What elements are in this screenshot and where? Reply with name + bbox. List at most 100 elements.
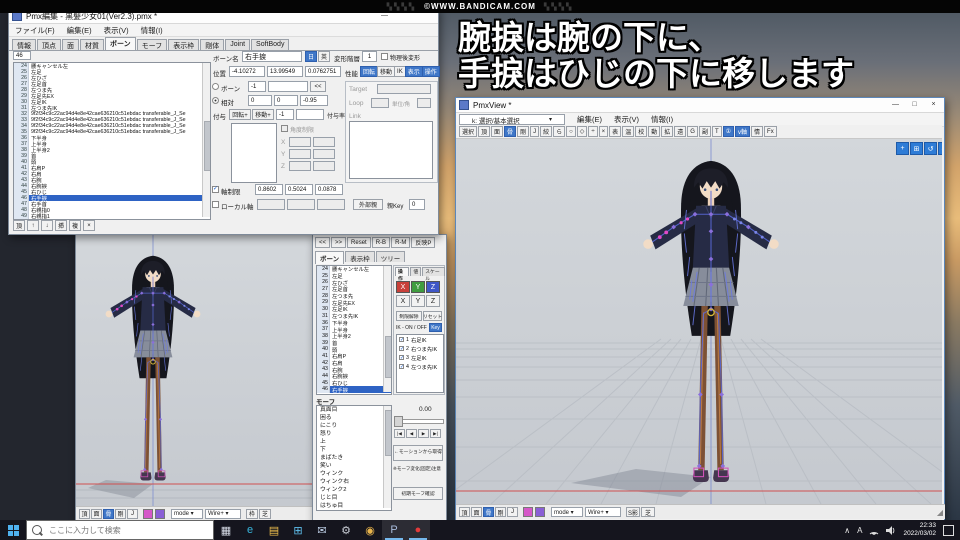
- local-y-field[interactable]: [287, 199, 315, 210]
- view-toolbar-button[interactable]: 遠: [674, 126, 687, 137]
- grant-parent-name-field[interactable]: [296, 109, 324, 120]
- pmx-view-titlebar[interactable]: PmxView * — □ ×: [456, 98, 944, 113]
- list-edit-button[interactable]: 挿: [55, 220, 67, 231]
- display-mode-button[interactable]: 骨: [483, 507, 494, 517]
- display-mode-button[interactable]: J: [127, 508, 138, 519]
- morph-row[interactable]: 真面目: [317, 406, 391, 414]
- relative-x-field[interactable]: 0: [248, 95, 272, 106]
- transform-bone-row[interactable]: 31 左つま先IK: [317, 312, 391, 320]
- ik-toggle-list[interactable]: ✓ 1 右足IK ✓ 2 右つま先IK ✓ 3 左足IK ✓ 4 左つま先IK: [396, 334, 444, 393]
- scrollbar-thumb[interactable]: [385, 336, 391, 378]
- transform-bone-row[interactable]: 43 右腕: [317, 366, 391, 374]
- color-chip[interactable]: [535, 507, 545, 517]
- initial-morph-button[interactable]: 初期モーフ確認: [393, 487, 443, 500]
- view-option-button[interactable]: S影: [626, 507, 640, 517]
- local-x-field[interactable]: [257, 199, 285, 210]
- ik-checkbox[interactable]: ✓: [399, 346, 404, 352]
- morph-row[interactable]: 上: [317, 438, 391, 446]
- perf-toggle-button[interactable]: 表示: [404, 66, 423, 77]
- ik-toggle-row[interactable]: ✓ 1 右足IK: [397, 335, 443, 344]
- window-control-button[interactable]: □: [905, 98, 924, 111]
- color-chip[interactable]: [155, 508, 165, 519]
- transform-tab[interactable]: ボーン: [315, 251, 345, 264]
- ik-unit-field[interactable]: [417, 98, 431, 108]
- editor-tab[interactable]: 剛体: [200, 39, 225, 50]
- model-3d-figure[interactable]: [631, 154, 791, 504]
- network-icon[interactable]: [869, 526, 879, 535]
- position-x-field[interactable]: -4.10272: [229, 66, 265, 77]
- view-toolbar-button[interactable]: ◇: [576, 126, 588, 137]
- transform-bone-row[interactable]: 45 右ひじ: [317, 379, 391, 387]
- move-axis-button[interactable]: X: [396, 295, 410, 307]
- taskbar-app-icon[interactable]: e: [238, 520, 262, 540]
- speaker-icon[interactable]: [886, 525, 896, 535]
- rotate-axis-button[interactable]: X: [396, 281, 410, 293]
- morph-row[interactable]: じと目: [317, 494, 391, 502]
- display-mode-button[interactable]: J: [507, 507, 518, 517]
- start-button[interactable]: [0, 520, 26, 540]
- relative-y-field[interactable]: 0: [274, 95, 298, 106]
- menu-item[interactable]: 情報(I): [135, 25, 169, 36]
- mode-combo[interactable]: mode ▾: [171, 508, 203, 519]
- relative-z-field[interactable]: -0.95: [300, 95, 328, 106]
- morph-row[interactable]: にこり: [317, 422, 391, 430]
- position-z-field[interactable]: 0.0762751: [305, 66, 341, 77]
- transform-bone-row[interactable]: 36 下半身: [317, 319, 391, 327]
- view-toolbar-button[interactable]: 骨: [504, 126, 517, 137]
- morph-row[interactable]: まばたき: [317, 454, 391, 462]
- taskbar-app-icon[interactable]: ✉: [310, 520, 334, 540]
- ik-target-field[interactable]: [377, 84, 431, 94]
- jp-name-button[interactable]: 日: [305, 51, 317, 62]
- view-toolbar-button[interactable]: 拡: [661, 126, 674, 137]
- taskbar-app-icon[interactable]: ◉: [358, 520, 382, 540]
- transform-bone-row[interactable]: 37 上半身: [317, 326, 391, 334]
- angle-limit-checkbox[interactable]: [281, 125, 288, 132]
- display-mode-button[interactable]: 面: [471, 507, 482, 517]
- view-toolbar-button[interactable]: 動: [648, 126, 661, 137]
- transform-bone-row[interactable]: 40 頭: [317, 346, 391, 354]
- ik-checkbox[interactable]: ✓: [399, 337, 404, 343]
- transform-tab[interactable]: ツリー: [375, 251, 406, 263]
- transform-header-button[interactable]: 反映P: [411, 237, 436, 248]
- view-option-button[interactable]: 枠: [246, 508, 258, 519]
- transform-header-button[interactable]: R-M: [391, 237, 411, 248]
- position-y-field[interactable]: 13.99549: [267, 66, 303, 77]
- limit-x-max-field[interactable]: [313, 137, 335, 147]
- get-from-motion-button[interactable]: ←モーションから取得: [393, 445, 443, 461]
- editor-tab[interactable]: 頂点: [37, 39, 61, 50]
- transform-bone-row[interactable]: 29 左足先EX: [317, 299, 391, 307]
- rotate-axis-button[interactable]: Z: [426, 281, 440, 293]
- ik-toggle-row[interactable]: ✓ 3 左足IK: [397, 353, 443, 362]
- bone-row[interactable]: 49 右親指1: [14, 213, 210, 219]
- transform-tab[interactable]: 表示枠: [345, 251, 375, 263]
- local-z-field[interactable]: [317, 199, 345, 210]
- search-input[interactable]: [47, 524, 201, 536]
- list-edit-button[interactable]: ↓: [41, 220, 53, 231]
- display-mode-button[interactable]: 頂: [79, 508, 90, 519]
- view-toolbar-button[interactable]: ①: [722, 126, 735, 137]
- menu-item[interactable]: 編集(E): [61, 25, 98, 36]
- view-toolbar-button[interactable]: 面: [491, 126, 504, 137]
- view-toolbar-button[interactable]: 情: [751, 126, 764, 137]
- limit-x-min-field[interactable]: [289, 137, 311, 147]
- mode-combo[interactable]: mode ▾: [551, 507, 583, 517]
- display-mode-button[interactable]: 頂: [459, 507, 470, 517]
- bone-list[interactable]: 24 腰キャンセル左 25 左足 26 左ひざ 27 左足首 28 左つま先 2…: [13, 62, 211, 220]
- bone-name-field[interactable]: 右手捩: [242, 51, 302, 62]
- ime-indicator[interactable]: A: [857, 526, 862, 535]
- editor-tab[interactable]: 情報: [12, 39, 36, 50]
- clock[interactable]: 22:33 2022/03/02: [903, 522, 936, 538]
- morph-row[interactable]: 怒り: [317, 430, 391, 438]
- ik-checkbox[interactable]: ✓: [399, 355, 404, 361]
- taskbar-app-icon[interactable]: ⚙: [334, 520, 358, 540]
- editor-tab[interactable]: 表示枠: [168, 39, 200, 50]
- transform-header-button[interactable]: >>: [331, 237, 347, 248]
- resize-grip[interactable]: ◢: [937, 508, 943, 517]
- view-option-button[interactable]: 芝: [259, 508, 271, 519]
- transform-header-button[interactable]: Reset: [347, 237, 371, 248]
- view-toolbar-button[interactable]: T: [711, 126, 722, 137]
- taskbar-app-icon[interactable]: P: [382, 520, 406, 540]
- reset-button[interactable]: リセット: [423, 311, 442, 321]
- morph-row[interactable]: 笑い: [317, 462, 391, 470]
- transform-bone-row[interactable]: 44 右腕捩: [317, 373, 391, 380]
